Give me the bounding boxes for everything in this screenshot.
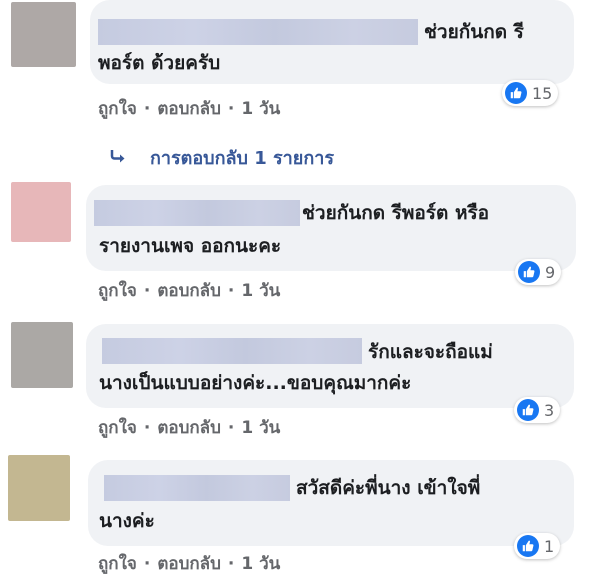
reaction-count[interactable]: 1 xyxy=(514,533,561,559)
reaction-number: 3 xyxy=(544,400,555,420)
separator: · xyxy=(227,418,235,438)
like-link[interactable]: ถูกใจ xyxy=(98,95,137,122)
avatar[interactable] xyxy=(8,455,70,521)
view-replies-label: การตอบกลับ 1 รายการ xyxy=(150,148,335,169)
separator: · xyxy=(227,99,235,119)
view-replies-link[interactable]: การตอบกลับ 1 รายการ xyxy=(110,143,334,172)
like-link[interactable]: ถูกใจ xyxy=(98,277,137,304)
separator: · xyxy=(143,554,151,574)
avatar[interactable] xyxy=(11,322,73,388)
separator: · xyxy=(227,554,235,574)
comment-text-line-1: สวัสดีค่ะพี่นาง เข้าใจพี่ xyxy=(296,477,481,499)
avatar[interactable] xyxy=(11,2,76,67)
comment-actions: ถูกใจ · ตอบกลับ · 1 วัน xyxy=(98,277,280,304)
reply-link[interactable]: ตอบกลับ xyxy=(157,277,221,304)
reply-link[interactable]: ตอบกลับ xyxy=(157,414,221,441)
thumbs-up-icon xyxy=(505,82,527,104)
redacted-author-name[interactable] xyxy=(94,200,300,226)
reply-link[interactable]: ตอบกลับ xyxy=(157,95,221,122)
thumbs-up-icon xyxy=(518,261,540,283)
separator: · xyxy=(143,99,151,119)
reaction-count[interactable]: 3 xyxy=(514,397,561,423)
timestamp[interactable]: 1 วัน xyxy=(241,95,280,122)
comment-text-line-2: พอร์ต ด้วยครับ xyxy=(98,52,221,74)
comment-text-line-2: นางเป็นแบบอย่างค่ะ...ขอบคุณมากค่ะ xyxy=(99,372,412,394)
comment-actions: ถูกใจ · ตอบกลับ · 1 วัน xyxy=(98,414,280,441)
reaction-number: 15 xyxy=(532,83,553,103)
reaction-number: 9 xyxy=(545,262,556,282)
like-link[interactable]: ถูกใจ xyxy=(98,550,137,577)
reaction-count[interactable]: 15 xyxy=(502,80,559,106)
thumbs-up-icon xyxy=(517,535,539,557)
comment-text-line-2: รายงานเพจ ออกนะคะ xyxy=(99,235,282,257)
timestamp[interactable]: 1 วัน xyxy=(241,550,280,577)
comment-actions: ถูกใจ · ตอบกลับ · 1 วัน xyxy=(98,550,280,577)
reaction-number: 1 xyxy=(544,536,555,556)
reaction-count[interactable]: 9 xyxy=(515,259,562,285)
thumbs-up-icon xyxy=(517,399,539,421)
comment-actions: ถูกใจ · ตอบกลับ · 1 วัน xyxy=(98,95,280,122)
timestamp[interactable]: 1 วัน xyxy=(241,414,280,441)
reply-arrow-icon xyxy=(110,147,128,168)
redacted-author-name[interactable] xyxy=(98,19,418,45)
avatar[interactable] xyxy=(11,182,71,242)
timestamp[interactable]: 1 วัน xyxy=(241,277,280,304)
comment-text-line-1: ช่วยกันกด รี xyxy=(424,21,524,43)
separator: · xyxy=(227,281,235,301)
comment-text-line-2: นางค่ะ xyxy=(99,510,155,532)
redacted-author-name[interactable] xyxy=(104,475,290,501)
comment-text-line-1: รักและจะถือแม่ xyxy=(368,341,493,363)
redacted-author-name[interactable] xyxy=(102,338,362,364)
separator: · xyxy=(143,418,151,438)
separator: · xyxy=(143,281,151,301)
like-link[interactable]: ถูกใจ xyxy=(98,414,137,441)
reply-link[interactable]: ตอบกลับ xyxy=(157,550,221,577)
comment-text-line-1: ช่วยกันกด รีพอร์ต หรือ xyxy=(302,202,490,224)
